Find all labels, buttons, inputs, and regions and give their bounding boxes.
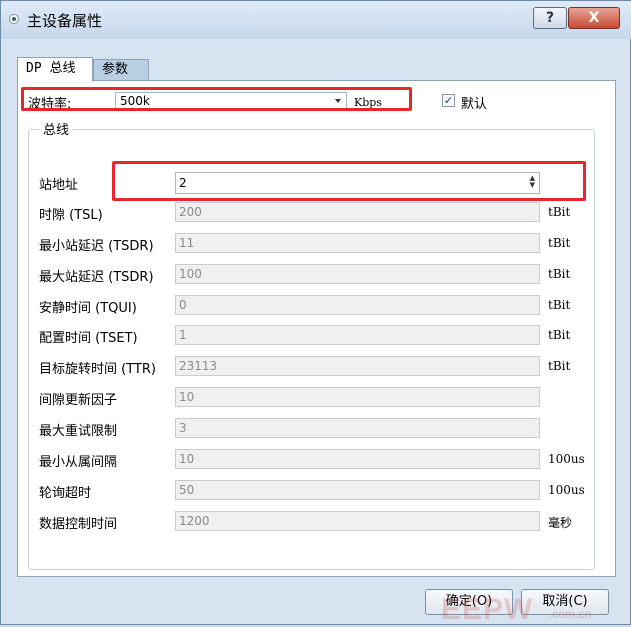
param-label: 配置时间 (TSET) <box>39 331 138 346</box>
param-label: 最大站延迟 (TSDR) <box>39 270 154 285</box>
param-unit: tBit <box>548 328 571 342</box>
param-unit: tBit <box>548 359 571 373</box>
param-label: 时隙 (TSL) <box>39 208 103 223</box>
param-label: 安静时间 (TQUI) <box>39 301 137 316</box>
param-label: 最小站延迟 (TSDR) <box>39 239 154 254</box>
param-value: 10 <box>179 452 195 466</box>
param-field: 23113 <box>175 356 540 376</box>
station-address-spinbox[interactable]: 2 ▲ ▼ <box>175 172 540 194</box>
chevron-down-icon[interactable] <box>335 99 341 103</box>
param-field: 1 <box>175 325 540 345</box>
param-label: 目标旋转时间 (TTR) <box>39 362 156 377</box>
param-value: 10 <box>179 390 195 404</box>
param-unit: tBit <box>548 298 571 312</box>
eepw-watermark-domain: .com.cn <box>549 607 592 621</box>
param-value: 1200 <box>179 514 210 528</box>
param-label: 最大重试限制 <box>39 424 118 439</box>
param-unit: tBit <box>548 236 571 250</box>
window-title: 主设备属性 <box>27 12 103 30</box>
main-device-properties-dialog: 主设备属性 ? X DP 总线 参数 波特率: 500k Kbps ✓ 默认 总… <box>0 0 631 626</box>
tab-dp-bus[interactable]: DP 总线 <box>17 57 93 82</box>
baud-rate-label: 波特率: <box>28 97 72 112</box>
param-value: 100 <box>179 267 202 281</box>
param-unit: 毫秒 <box>548 516 573 530</box>
param-label: 间隙更新因子 <box>39 393 118 408</box>
param-unit: 100us <box>548 452 585 466</box>
param-value: 200 <box>179 205 202 219</box>
eepw-watermark: EEPW <box>441 593 534 626</box>
param-field: 50 <box>175 480 540 500</box>
param-value: 11 <box>179 236 195 250</box>
bus-group-title: 总线 <box>39 119 74 138</box>
param-field: 100 <box>175 264 540 284</box>
param-field: 1200 <box>175 511 540 531</box>
param-label: 最小从属间隔 <box>39 455 118 470</box>
bus-group-box <box>28 129 595 570</box>
default-checkbox-label: 默认 <box>461 97 488 112</box>
param-field: 10 <box>175 387 540 407</box>
param-value: 50 <box>179 483 195 497</box>
tab-parameters[interactable]: 参数 <box>93 59 149 81</box>
param-value: 23113 <box>179 359 218 373</box>
param-unit: 100us <box>548 483 585 497</box>
baud-rate-value: 500k <box>120 94 150 108</box>
close-button[interactable]: X <box>568 7 620 29</box>
spin-arrows-icon[interactable]: ▲ ▼ <box>530 175 535 189</box>
param-field: 10 <box>175 449 540 469</box>
param-label: 数据控制时间 <box>39 517 118 532</box>
title-bar[interactable]: 主设备属性 ? X <box>1 1 631 39</box>
param-unit: tBit <box>548 267 571 281</box>
param-field: 11 <box>175 233 540 253</box>
param-value: 1 <box>179 328 187 342</box>
param-value: 2 <box>179 176 187 190</box>
param-label: 站地址 <box>39 178 79 193</box>
baud-rate-unit: Kbps <box>354 96 382 109</box>
param-field: 200 <box>175 202 540 222</box>
param-unit: tBit <box>548 205 571 219</box>
param-label: 轮询超时 <box>39 486 92 501</box>
help-button[interactable]: ? <box>533 7 567 29</box>
param-field: 3 <box>175 418 540 438</box>
default-checkbox[interactable]: ✓ <box>442 94 455 107</box>
param-field: 0 <box>175 295 540 315</box>
param-value: 0 <box>179 298 187 312</box>
window-icon <box>9 14 19 24</box>
baud-rate-select[interactable]: 500k <box>115 92 347 111</box>
param-value: 3 <box>179 421 187 435</box>
